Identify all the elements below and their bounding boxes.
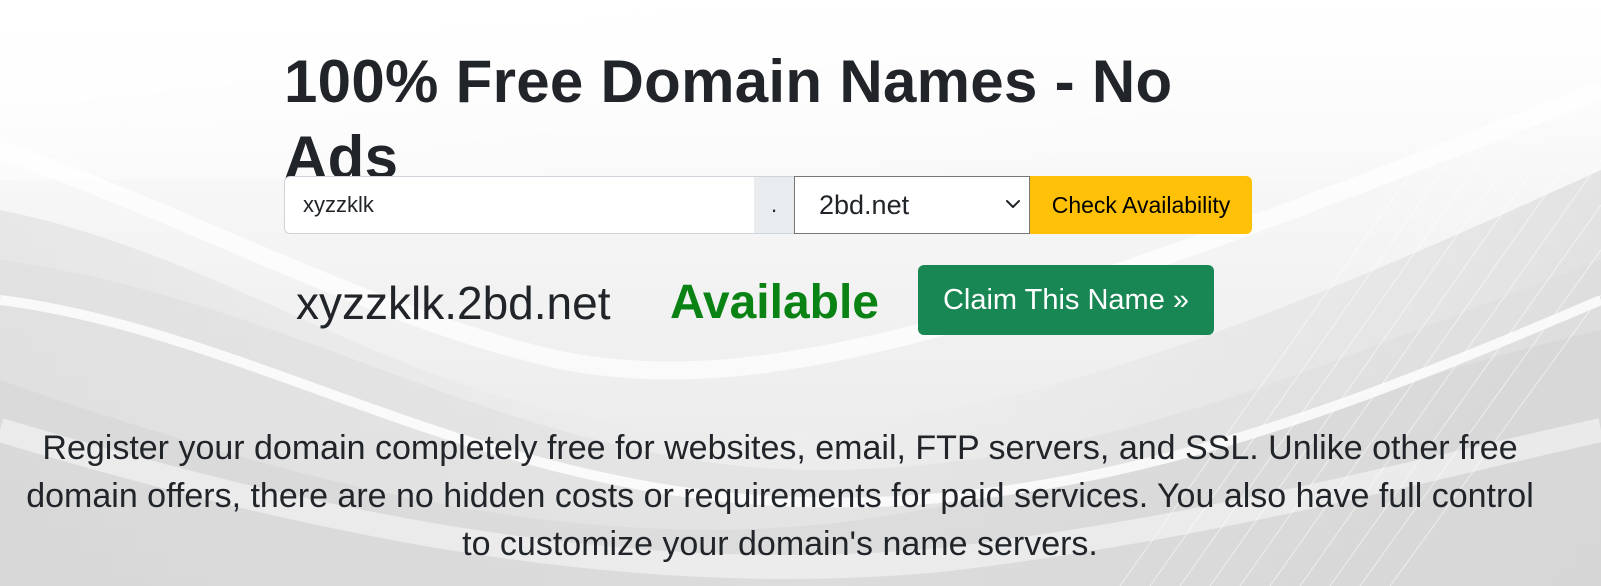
tld-select-value: 2bd.net [819,190,910,220]
tld-select[interactable]: 2bd.net [794,176,1030,234]
domain-name-input[interactable] [284,176,754,234]
hero-section: 100% Free Domain Names - No Ads . 2bd.ne… [0,0,1601,586]
description-text: Register your domain completely free for… [26,429,1534,563]
page-title: 100% Free Domain Names - No Ads [284,48,1173,191]
chevron-down-icon [1006,200,1020,208]
domain-search-group: . 2bd.net Check Availability [284,176,1252,234]
dot-separator: . [754,176,794,234]
result-domain: xyzzklk.2bd.net [296,277,611,329]
claim-name-button[interactable]: Claim This Name » [918,265,1214,335]
availability-status: Available [670,276,879,329]
check-availability-button[interactable]: Check Availability [1030,176,1252,234]
